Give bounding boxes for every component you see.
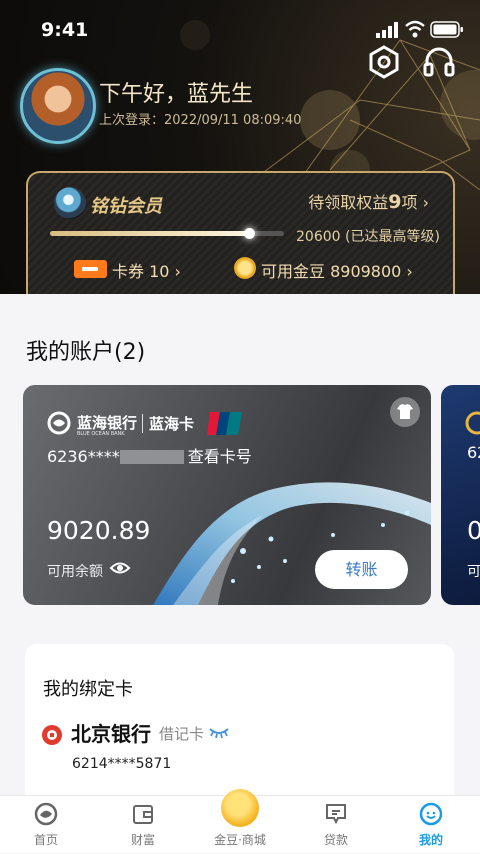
card-number-prefix: 6236****	[47, 447, 120, 466]
bank-name-en: BLUE OCEAN BANK	[77, 431, 125, 437]
battery-icon	[430, 21, 463, 38]
beans-link[interactable]: 可用金豆 8909800 ›	[261, 258, 413, 282]
headset-service-icon[interactable]	[421, 44, 457, 80]
pending-rights-link[interactable]: 待领取权益9项 ›	[308, 189, 429, 213]
card-name: 蓝海卡	[149, 415, 195, 433]
rights-text: 待领取权益	[308, 193, 389, 212]
membership-card[interactable]: 铭钻会员 待领取权益9项 › 20600 (已达最高等级) 卡券 10 › 可用…	[26, 171, 455, 294]
rights-unit: 项 ›	[401, 193, 430, 212]
bank-card[interactable]: 蓝海银行 BLUE OCEAN BANK 蓝海卡 6236**** 查看卡号 90…	[23, 385, 431, 605]
tab-home[interactable]: 首页	[6, 796, 86, 854]
greeting-text: 下午好，蓝先生	[99, 82, 254, 107]
settings-hexagon-icon[interactable]	[366, 44, 402, 80]
profile-icon	[419, 802, 443, 826]
tab-label: 首页	[33, 833, 58, 847]
tab-label: 我的	[418, 833, 443, 847]
tab-mine[interactable]: 我的	[391, 796, 471, 854]
tab-label: 贷款	[323, 833, 348, 847]
wifi-icon	[405, 20, 425, 38]
wallet-icon	[133, 805, 153, 824]
masked-digits	[119, 450, 184, 464]
card2-number: 62	[467, 443, 480, 462]
next-bank-card[interactable]: 62 0 可	[441, 385, 480, 605]
transfer-button[interactable]: 转账	[315, 550, 408, 589]
level-progress-fill	[50, 231, 249, 236]
status-bar: 9:41	[0, 0, 480, 60]
signal-icon	[376, 22, 398, 38]
membership-title: 铭钻会员	[90, 196, 162, 217]
bound-cards-title: 我的绑定卡	[43, 679, 133, 700]
view-card-number-link[interactable]: 查看卡号	[188, 447, 252, 466]
balance-label: 可用余额	[47, 564, 103, 580]
level-progress-dot	[243, 228, 255, 239]
tab-loan[interactable]: 贷款	[296, 796, 376, 854]
accounts-title: 我的账户(2)	[26, 340, 146, 365]
bank-logo-icon	[47, 411, 71, 435]
coupon-ticket-icon	[74, 260, 107, 278]
show-balance-eye-icon[interactable]	[109, 557, 131, 579]
bank-name: 蓝海银行	[77, 414, 138, 432]
bound-bank-name[interactable]: 北京银行	[71, 718, 151, 747]
points-text: 20600 (已达最高等级)	[296, 229, 440, 245]
loan-icon	[326, 804, 346, 825]
card-balance: 9020.89	[47, 516, 151, 545]
card-number: 6236**** 查看卡号	[47, 443, 252, 467]
tab-wealth[interactable]: 财富	[103, 796, 183, 854]
rights-count: 9	[388, 191, 402, 213]
status-time: 9:41	[41, 19, 89, 41]
bound-card-type: 借记卡	[159, 725, 205, 743]
divider	[142, 414, 143, 433]
card2-label: 可	[467, 564, 480, 580]
level-progress-bar	[50, 228, 284, 239]
coupon-label: 卡券 10 ›	[112, 262, 181, 281]
gold-bean-coin-icon	[234, 257, 256, 279]
unionpay-logo-icon	[207, 412, 242, 435]
tab-label: 金豆·商城	[214, 833, 266, 847]
tab-label: 财富	[130, 833, 155, 847]
card2-balance: 0	[467, 516, 480, 545]
card-skin-shirt-icon[interactable]	[390, 397, 420, 427]
diamond-badge-icon	[54, 187, 86, 219]
bank-logo-icon	[465, 411, 480, 435]
last-login-text: 上次登录：2022/09/11 08:09:40	[99, 113, 302, 128]
beijing-bank-logo-icon	[42, 725, 62, 745]
hide-eye-icon[interactable]	[208, 725, 230, 739]
gold-bean-icon[interactable]	[221, 789, 259, 827]
avatar[interactable]	[20, 68, 96, 144]
main-content: 我的账户(2) 蓝海银行 BLUE OCEAN BANK 蓝海卡 6236***…	[0, 294, 480, 853]
bound-card-number: 6214****5871	[72, 756, 172, 772]
home-logo-icon	[34, 802, 58, 826]
